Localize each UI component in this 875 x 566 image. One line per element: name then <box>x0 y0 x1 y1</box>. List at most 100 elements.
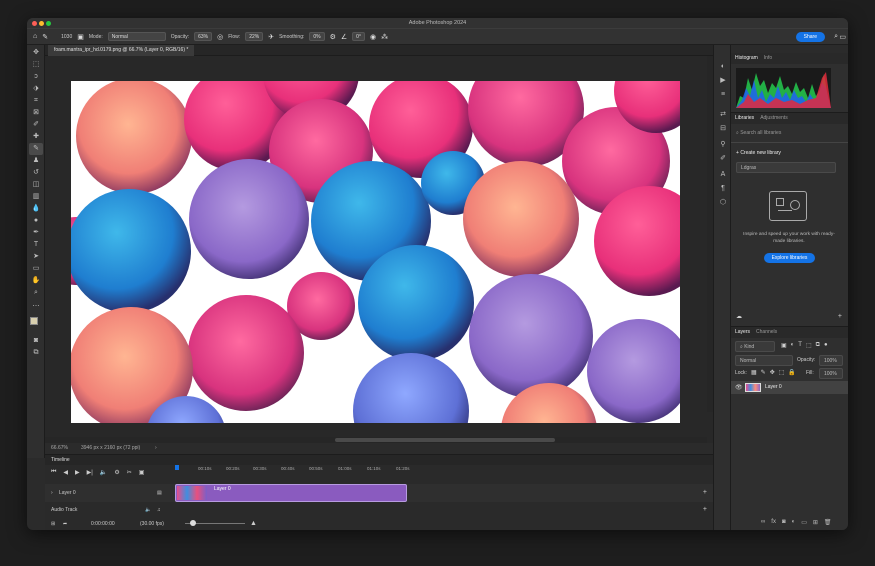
blur-tool-icon[interactable]: 💧 <box>29 203 43 215</box>
pressure-opacity-icon[interactable]: ◎ <box>217 33 223 41</box>
eye-icon[interactable]: 👁 <box>735 384 743 391</box>
prev-frame-icon[interactable]: ◀ <box>63 469 68 476</box>
crop-tool-icon[interactable]: ⌗ <box>29 95 43 107</box>
workspace-icon[interactable]: ▭ <box>839 33 846 41</box>
canvas[interactable] <box>71 81 680 423</box>
gradient-tool-icon[interactable]: ▥ <box>29 191 43 203</box>
playhead[interactable] <box>175 465 179 470</box>
new-group-icon[interactable]: ▭ <box>801 519 807 526</box>
dodge-tool-icon[interactable]: ● <box>29 215 43 227</box>
shape-filter-icon[interactable]: ⬚ <box>806 342 812 349</box>
explore-libraries-button[interactable]: Explore libraries <box>763 253 816 263</box>
brush-settings-icon[interactable]: ▣ <box>77 33 84 41</box>
add-media-icon[interactable]: + <box>703 489 707 496</box>
lock-position-icon[interactable]: ✥ <box>770 369 775 376</box>
layer-filter-select[interactable]: ⌕ Kind <box>735 341 775 352</box>
object-select-tool-icon[interactable]: ⬗ <box>29 83 43 95</box>
character-panel-icon[interactable]: A <box>716 169 730 181</box>
opacity-field[interactable]: 63% <box>194 32 213 41</box>
flow-field[interactable]: 22% <box>245 32 264 41</box>
history-brush-tool-icon[interactable]: ↺ <box>29 167 43 179</box>
filter-toggle-icon[interactable]: ● <box>824 342 828 349</box>
create-library-button[interactable]: + Create new library <box>736 150 781 156</box>
zoom-tool-icon[interactable]: ⌕ <box>29 287 43 299</box>
paragraph-panel-icon[interactable]: ¶ <box>716 183 730 195</box>
timeline-ruler[interactable]: 00:10s 00:20s 00:30s 00:40s 00:50s 01:00… <box>175 465 703 476</box>
screen-mode-icon[interactable]: ⧉ <box>29 347 43 359</box>
tab-info[interactable]: Info <box>764 53 772 64</box>
move-tool-icon[interactable]: ✥ <box>29 47 43 59</box>
audio-track[interactable]: Audio Track 🔈 ♫ <box>45 504 713 516</box>
minimize-window-button[interactable] <box>39 21 44 26</box>
play-panel-icon[interactable]: ▶ <box>716 75 730 87</box>
layer-opacity-field[interactable]: 100% <box>819 355 843 366</box>
eraser-tool-icon[interactable]: ◫ <box>29 179 43 191</box>
tab-channels[interactable]: Channels <box>756 327 777 338</box>
layer-name[interactable]: Layer 0 <box>765 384 782 390</box>
play-icon[interactable]: ▶ <box>75 469 80 476</box>
new-layer-icon[interactable]: ⊞ <box>813 519 818 526</box>
type-tool-icon[interactable]: T <box>29 239 43 251</box>
library-search[interactable]: ⌕ Search all libraries <box>736 130 781 136</box>
video-clip[interactable]: Layer 0 <box>175 484 407 502</box>
airbrush-icon[interactable]: ✈ <box>268 33 274 41</box>
audio-icon[interactable]: 🔈 <box>100 469 107 476</box>
zoom-level[interactable]: 66.67% <box>51 443 68 454</box>
mode-select[interactable]: Normal <box>107 32 166 41</box>
tab-histogram[interactable]: Histogram <box>735 53 758 64</box>
add-mask-icon[interactable]: ◙ <box>782 519 786 526</box>
library-name-field[interactable]: Ldgras <box>736 162 836 173</box>
settings-icon[interactable]: ⚙ <box>114 469 119 476</box>
link-layers-icon[interactable]: ∞ <box>761 519 765 526</box>
tab-adjustments[interactable]: Adjustments <box>760 113 788 124</box>
quick-mask-icon[interactable]: ◙ <box>29 335 43 347</box>
blend-mode-select[interactable]: Normal <box>735 355 793 366</box>
brush-size[interactable]: 1030 <box>61 34 72 40</box>
lock-artboard-icon[interactable]: ⬚ <box>779 369 785 376</box>
trash-icon[interactable]: 🗑 <box>824 519 832 526</box>
3d-panel-icon[interactable]: ⬡ <box>716 197 730 209</box>
mute-icon[interactable]: 🔈 <box>145 504 151 516</box>
brush-tool-icon[interactable]: ✎ <box>29 143 43 155</box>
healing-tool-icon[interactable]: ✚ <box>29 131 43 143</box>
share-button[interactable]: Share <box>795 32 825 42</box>
shape-tool-icon[interactable]: ▭ <box>29 263 43 275</box>
properties-panel-icon[interactable]: ⚲ <box>716 139 730 151</box>
lasso-tool-icon[interactable]: ↄ <box>29 71 43 83</box>
path-select-tool-icon[interactable]: ➤ <box>29 251 43 263</box>
menu-panel-icon[interactable]: ≡ <box>716 89 730 101</box>
adjust-panel-icon[interactable]: ⇄ <box>716 109 730 121</box>
brush-panel-icon[interactable]: ✐ <box>716 153 730 165</box>
symmetry-icon[interactable]: ⁂ <box>381 33 388 41</box>
lock-transparency-icon[interactable]: ▦ <box>751 369 757 376</box>
zoom-window-button[interactable] <box>46 21 51 26</box>
pressure-size-icon[interactable]: ◉ <box>370 33 376 41</box>
transition-icon[interactable]: ▣ <box>139 469 145 476</box>
adjustment-layer-icon[interactable]: ◐ <box>792 519 796 526</box>
lock-pixels-icon[interactable]: ✎ <box>761 369 766 376</box>
frame-tool-icon[interactable]: ⊠ <box>29 107 43 119</box>
color-panel-icon[interactable]: ◐ <box>716 61 730 73</box>
type-filter-icon[interactable]: T <box>798 342 802 349</box>
more-tools-icon[interactable]: ⋯ <box>29 301 43 313</box>
zoom-in-mountain-icon[interactable]: ▲ <box>250 518 257 530</box>
search-icon[interactable]: ⌕ <box>834 33 838 41</box>
pixel-filter-icon[interactable]: ▣ <box>781 342 787 349</box>
angle-field[interactable]: 0° <box>352 32 365 41</box>
zoom-slider-thumb[interactable] <box>190 520 196 526</box>
status-chevron-icon[interactable]: › <box>155 443 157 454</box>
pen-tool-icon[interactable]: ✒ <box>29 227 43 239</box>
cloud-icon[interactable]: ☁ <box>736 313 742 320</box>
add-audio-icon[interactable]: + <box>703 506 707 513</box>
render-icon[interactable]: ➦ <box>63 518 67 530</box>
layer-row[interactable]: 👁 Layer 0 <box>731 381 848 394</box>
foreground-color-swatch[interactable] <box>30 317 38 325</box>
document-tab[interactable]: foam.mantra_ipr_hd.0179.png @ 66.7% (Lay… <box>48 45 195 56</box>
adjustment-filter-icon[interactable]: ◐ <box>791 342 795 349</box>
convert-icon[interactable]: ⊞ <box>51 518 55 530</box>
smoothing-field[interactable]: 0% <box>309 32 325 41</box>
eyedropper-tool-icon[interactable]: ✐ <box>29 119 43 131</box>
smart-filter-icon[interactable]: ⧉ <box>816 342 820 349</box>
home-icon[interactable]: ⌂ <box>33 33 37 40</box>
fx-icon[interactable]: fx <box>771 519 776 526</box>
